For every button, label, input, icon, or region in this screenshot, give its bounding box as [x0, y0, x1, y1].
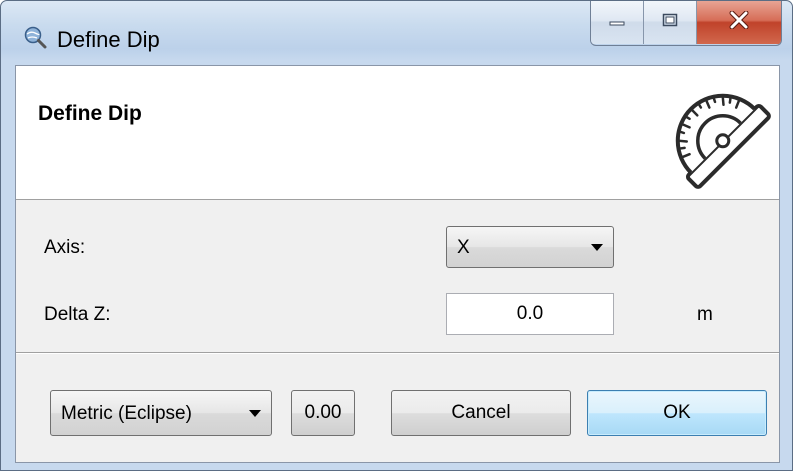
axis-label: Axis: [44, 237, 86, 258]
protractor-icon [656, 74, 774, 192]
footer-divider [16, 352, 779, 354]
close-icon [728, 10, 750, 34]
window-title: Define Dip [57, 27, 160, 52]
cancel-label: Cancel [451, 402, 511, 423]
ok-label: OK [663, 402, 691, 423]
axis-dropdown[interactable]: X [446, 226, 614, 268]
close-button[interactable] [697, 1, 781, 44]
delta-z-label: Delta Z: [44, 304, 111, 325]
maximize-button[interactable] [644, 1, 697, 44]
cancel-button[interactable]: Cancel [391, 390, 571, 436]
minimize-button[interactable] [591, 1, 644, 44]
header-title: Define Dip [38, 102, 142, 125]
chevron-down-icon [249, 410, 261, 417]
define-dip-window: Define Dip Define Dip Axis: X Delta Z: 0… [0, 0, 793, 471]
unit-system-dropdown[interactable]: Metric (Eclipse) [50, 390, 272, 436]
precision-label: 0.00 [304, 402, 342, 423]
axis-dropdown-value: X [457, 237, 470, 258]
ok-button[interactable]: OK [587, 390, 767, 436]
unit-system-value: Metric (Eclipse) [61, 403, 192, 424]
chevron-down-icon [591, 244, 603, 251]
title-bar[interactable]: Define Dip [1, 1, 792, 65]
delta-z-unit: m [697, 304, 713, 325]
dialog-client-area: Define Dip Axis: X Delta Z: 0.0 m Metric… [15, 65, 780, 463]
maximize-icon [662, 13, 678, 32]
delta-z-input[interactable] [446, 293, 614, 335]
magnifier-globe-icon [23, 25, 47, 49]
precision-button[interactable]: 0.00 [291, 390, 355, 436]
caption-buttons [590, 1, 782, 46]
minimize-icon [609, 14, 625, 32]
header-panel: Define Dip [16, 66, 779, 200]
